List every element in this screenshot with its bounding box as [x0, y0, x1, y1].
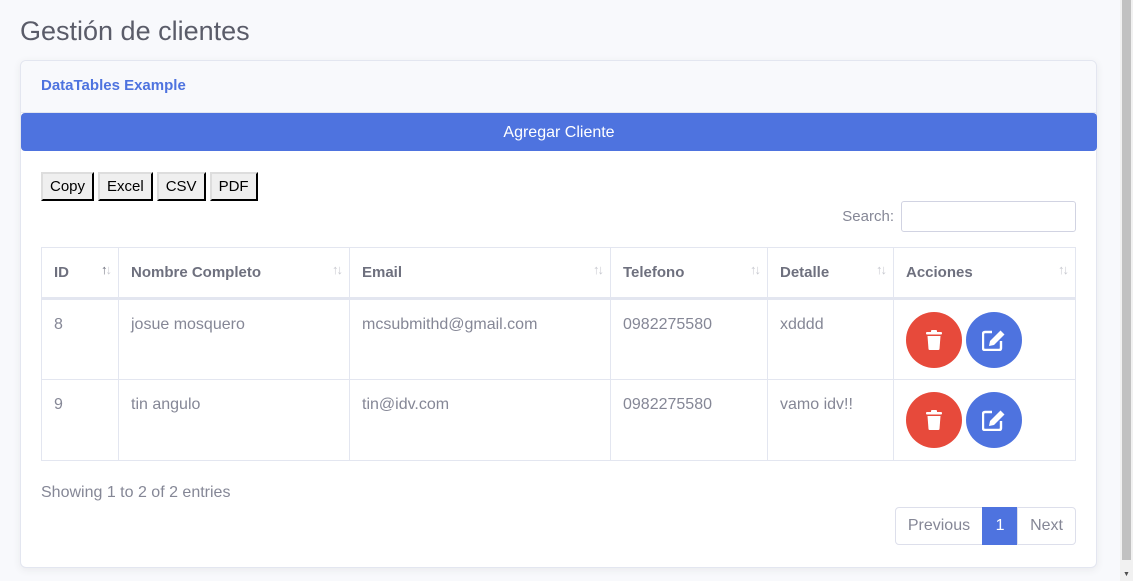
sort-icon: ↑↓ — [593, 262, 604, 277]
search-input[interactable] — [901, 201, 1076, 232]
cell-detalle: vamo idv!! — [767, 379, 894, 461]
column-header-nombre[interactable]: Nombre Completo ↑↓ — [118, 247, 350, 300]
column-header-label: ID — [54, 264, 69, 281]
datatable-card: DataTables Example Agregar Cliente Copy … — [20, 60, 1097, 568]
clients-table: ID ↑↓ Nombre Completo ↑↓ Email ↑↓ Telefo… — [41, 247, 1076, 461]
column-header-id[interactable]: ID ↑↓ — [41, 247, 119, 300]
previous-page-button[interactable]: Previous — [894, 507, 984, 545]
pdf-button[interactable]: PDF — [209, 172, 258, 201]
delete-button[interactable] — [906, 392, 962, 448]
edit-icon — [982, 330, 1005, 351]
cell-telefono: 0982275580 — [610, 298, 768, 380]
search-label: Search: — [842, 208, 894, 225]
next-page-button[interactable]: Next — [1017, 507, 1076, 545]
edit-button[interactable] — [966, 312, 1022, 368]
cell-id: 8 — [41, 298, 119, 380]
cell-acciones — [893, 379, 1076, 461]
sort-asc-icon: ↑↓ — [101, 262, 112, 277]
column-header-acciones[interactable]: Acciones ↑↓ — [893, 247, 1076, 300]
scrollbar-thumb[interactable] — [1122, 0, 1131, 560]
search-box: Search: — [842, 201, 1076, 232]
edit-icon — [982, 410, 1005, 431]
column-header-telefono[interactable]: Telefono ↑↓ — [610, 247, 768, 300]
cell-email: mcsubmithd@gmail.com — [349, 298, 611, 380]
trash-icon — [926, 330, 942, 350]
copy-button[interactable]: Copy — [41, 172, 95, 201]
card-header-title: DataTables Example — [41, 77, 186, 94]
sort-icon: ↑↓ — [332, 262, 343, 277]
scrollbar[interactable]: ▼ — [1120, 0, 1133, 581]
column-header-email[interactable]: Email ↑↓ — [349, 247, 611, 300]
cell-id: 9 — [41, 379, 119, 461]
sort-icon: ↑↓ — [1058, 262, 1069, 277]
trash-icon — [926, 410, 942, 430]
add-client-button[interactable]: Agregar Cliente — [21, 113, 1097, 151]
pagination: Previous 1 Next — [894, 507, 1076, 545]
sort-icon: ↑↓ — [750, 262, 761, 277]
column-header-label: Detalle — [780, 264, 830, 281]
column-header-label: Nombre Completo — [131, 264, 262, 281]
table-row: 8 josue mosquero mcsubmithd@gmail.com 09… — [41, 298, 1076, 380]
cell-detalle: xdddd — [767, 298, 894, 380]
cell-telefono: 0982275580 — [610, 379, 768, 461]
cell-nombre: josue mosquero — [118, 298, 350, 380]
excel-button[interactable]: Excel — [98, 172, 153, 201]
export-buttons: Copy Excel CSV PDF — [41, 172, 258, 201]
page-1-button[interactable]: 1 — [982, 507, 1019, 545]
column-header-detalle[interactable]: Detalle ↑↓ — [767, 247, 894, 300]
column-header-label: Telefono — [623, 264, 685, 281]
table-info: Showing 1 to 2 of 2 entries — [41, 484, 231, 501]
cell-acciones — [893, 298, 1076, 380]
column-header-label: Email — [362, 264, 403, 281]
sort-icon: ↑↓ — [876, 262, 887, 277]
table-header-row: ID ↑↓ Nombre Completo ↑↓ Email ↑↓ Telefo… — [41, 247, 1076, 300]
csv-button[interactable]: CSV — [156, 172, 206, 201]
delete-button[interactable] — [906, 312, 962, 368]
card-header: DataTables Example — [21, 61, 1096, 113]
page-title: Gestión de clientes — [20, 16, 250, 46]
edit-button[interactable] — [966, 392, 1022, 448]
column-header-label: Acciones — [906, 264, 973, 281]
table-row: 9 tin angulo tin@idv.com 0982275580 vamo… — [41, 379, 1076, 461]
scroll-down-icon[interactable]: ▼ — [1122, 570, 1131, 579]
cell-email: tin@idv.com — [349, 379, 611, 461]
cell-nombre: tin angulo — [118, 379, 350, 461]
